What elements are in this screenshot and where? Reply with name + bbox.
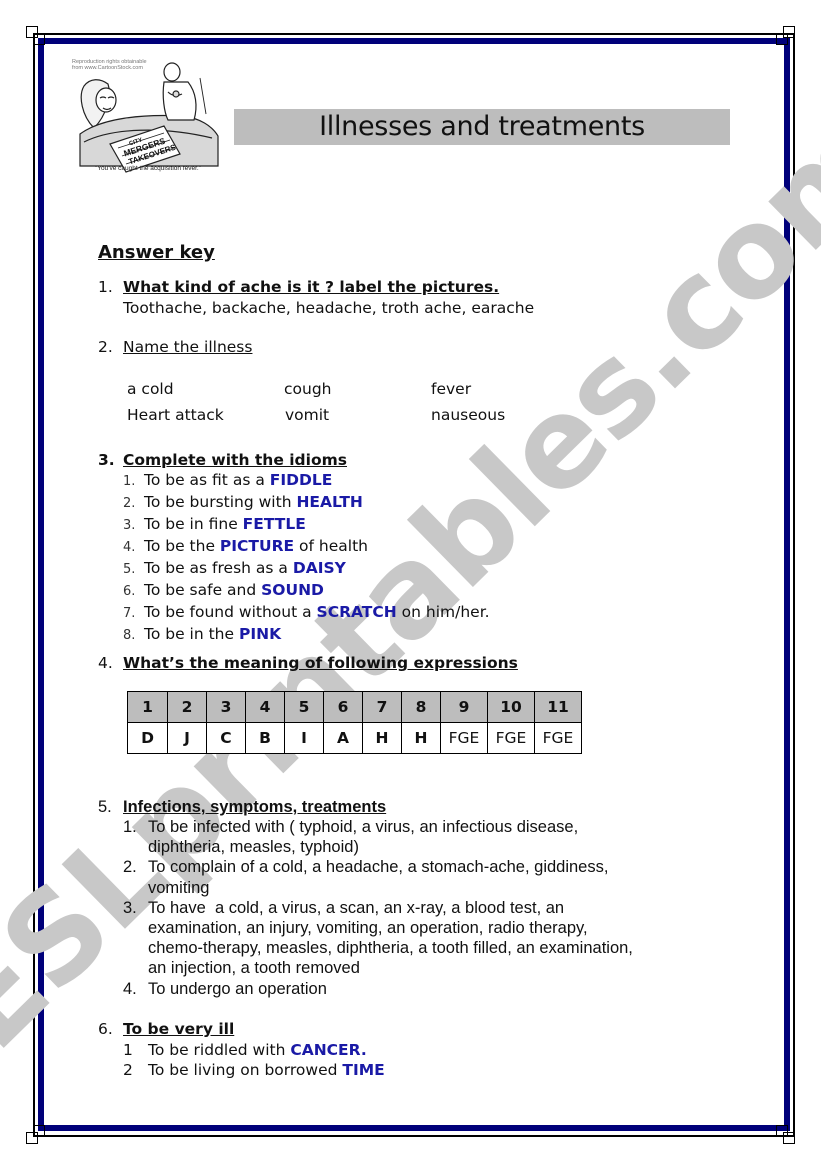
border-corner-tl-inner — [33, 33, 45, 45]
table-cell: FGE — [487, 722, 535, 754]
section-4-heading: What’s the meaning of following expressi… — [123, 654, 518, 672]
idiom-answer: FIDDLE — [269, 471, 333, 489]
cartoon-image: CITY MERGERS TAKEOVERS — [79, 62, 219, 173]
section-3-number: 3. — [98, 451, 115, 469]
illness-item: fever — [431, 380, 472, 398]
idiom-item: 5. To be as fresh as a DAISY — [123, 559, 346, 577]
answer-highlight: CANCER. — [290, 1041, 367, 1059]
idiom-answer: SOUND — [261, 581, 324, 599]
table-header-cell: 2 — [167, 691, 207, 723]
table-header-cell: 1 — [127, 691, 168, 723]
section-6: 6. To be very ill — [98, 1019, 234, 1039]
answer-key-heading: Answer key — [98, 242, 215, 263]
idiom-item: 2. To be bursting with HEALTH — [123, 493, 363, 511]
answer-highlight: TIME — [342, 1061, 385, 1079]
section-1: 1. What kind of ache is it ? label the pi… — [98, 277, 499, 297]
table-cell: C — [206, 722, 246, 754]
table-header-cell: 11 — [534, 691, 582, 723]
list-item: 4. To undergo an operation — [123, 979, 327, 998]
table-header-cell: 8 — [401, 691, 441, 723]
table-cell: I — [284, 722, 324, 754]
illness-item: cough — [284, 380, 332, 398]
table-cell: H — [362, 722, 402, 754]
section-3: 3. Complete with the idioms — [98, 450, 347, 470]
cartoon-caption: "You've caught the acquisition fever." — [94, 165, 202, 172]
idiom-answer: DAISY — [292, 559, 346, 577]
list-item: 1 To be riddled with CANCER. — [123, 1041, 367, 1059]
section-2: 2. Name the illness — [98, 337, 252, 357]
section-5: 5. Infections, symptoms, treatments — [98, 797, 386, 817]
illness-item: vomit — [285, 406, 330, 424]
border-corner-tr-inner — [776, 33, 788, 45]
table-cell: A — [323, 722, 363, 754]
title-bar: Illnesses and treatments — [234, 109, 730, 145]
idiom-list: 1. To be as fit as a FIDDLE 2. To be burst… — [123, 470, 490, 646]
section-5-heading: Infections, symptoms, treatments — [123, 798, 387, 816]
border-navy-bottom — [38, 1125, 790, 1131]
section-4-number: 4. — [98, 654, 113, 672]
idiom-item: 1. To be as fit as a FIDDLE — [123, 471, 333, 489]
table-cell: FGE — [440, 722, 488, 754]
section-1-heading: What kind of ache is it ? label the pict… — [123, 278, 500, 296]
idiom-item: 6. To be safe and SOUND — [123, 581, 324, 599]
idiom-item: 7. To be found without a SCRATCH on him/h… — [123, 603, 490, 621]
idiom-answer: SCRATCH — [316, 603, 397, 621]
list-item: 1. To be infected with ( typhoid, a viru… — [123, 818, 579, 857]
border-corner-bl-inner — [33, 1125, 45, 1137]
border-navy-top — [38, 38, 790, 44]
list-item: 2 To be living on borrowed TIME — [123, 1061, 385, 1079]
section-2-heading: Name the illness — [123, 338, 253, 356]
table-header-cell: 10 — [487, 691, 535, 723]
table-header-cell: 9 — [440, 691, 488, 723]
section-1-number: 1. — [98, 278, 113, 296]
illness-item: nauseous — [431, 406, 506, 424]
idiom-answer: PINK — [238, 625, 282, 643]
table-cell: H — [401, 722, 441, 754]
table-header-cell: 7 — [362, 691, 402, 723]
section-6-list: 1 To be riddled with CANCER. 2 To be livin… — [123, 1040, 385, 1080]
illness-item: Heart attack — [127, 406, 224, 424]
table-header-row: 1 2 3 4 5 6 7 8 9 10 11 — [127, 691, 582, 723]
section-3-heading: Complete with the idioms — [123, 451, 347, 469]
idiom-item: 3. To be in fine FETTLE — [123, 515, 306, 533]
table-header-cell: 3 — [206, 691, 246, 723]
list-item: 3. To have a cold, a virus, a scan, an x… — [123, 898, 633, 978]
expressions-table: 1 2 3 4 5 6 7 8 9 10 11 D J C B I A H H … — [127, 691, 582, 754]
table-cell: B — [245, 722, 285, 754]
idiom-item: 4. To be the PICTURE of health — [123, 537, 368, 555]
section-4: 4. What’s the meaning of following expres… — [98, 653, 518, 673]
table-cell: D — [127, 722, 168, 754]
section-5-number: 5. — [98, 798, 112, 816]
page-title: Illnesses and treatments — [319, 111, 645, 142]
illness-item: a cold — [127, 380, 174, 398]
section-1-answer: Toothache, backache, headache, troth ach… — [123, 299, 535, 317]
idiom-item: 8. To be in the PINK — [123, 625, 282, 643]
table-header-cell: 5 — [284, 691, 324, 723]
table-header-cell: 6 — [323, 691, 363, 723]
idiom-answer: HEALTH — [296, 493, 363, 511]
section-6-heading: To be very ill — [123, 1020, 235, 1038]
idiom-answer: PICTURE — [219, 537, 295, 555]
border-corner-br-inner — [776, 1125, 788, 1137]
list-item: 2. To complain of a cold, a headache, a … — [123, 858, 609, 897]
section-5-list: 1. To be infected with ( typhoid, a viru… — [123, 817, 633, 999]
table-cell: FGE — [534, 722, 582, 754]
table-row: D J C B I A H H FGE FGE FGE — [127, 722, 582, 754]
table-header-cell: 4 — [245, 691, 285, 723]
idiom-answer: FETTLE — [242, 515, 306, 533]
section-6-number: 6. — [98, 1020, 113, 1038]
table-cell: J — [167, 722, 207, 754]
section-2-number: 2. — [98, 338, 113, 356]
